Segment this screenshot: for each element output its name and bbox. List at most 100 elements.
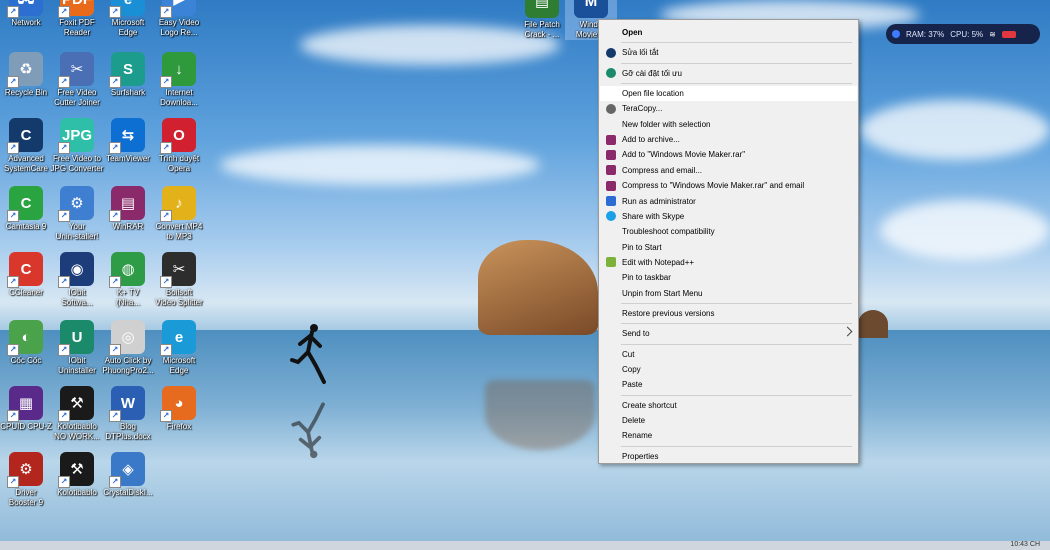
menu-separator xyxy=(621,62,852,64)
winrar-glyph: ▤ xyxy=(120,195,136,212)
menu-item-cut[interactable]: Cut xyxy=(600,347,857,362)
menu-item-run-as-administrator[interactable]: Run as administrator xyxy=(600,194,857,209)
menu-item-label: Pin to taskbar xyxy=(622,273,671,283)
menu-item-rename[interactable]: Rename xyxy=(600,428,857,443)
shortcut-arrow-icon: ↗ xyxy=(58,276,70,288)
kolo1-glyph: ⚒ xyxy=(70,395,84,412)
menu-item-restore-previous-versions[interactable]: Restore previous versions xyxy=(600,306,857,321)
menu-item-compress-and-email[interactable]: Compress and email... xyxy=(600,163,857,178)
menu-item-unpin-from-start-menu[interactable]: Unpin from Start Menu xyxy=(600,286,857,301)
system-monitor-widget[interactable]: RAM: 37% CPU: 5% ≋ xyxy=(886,24,1040,44)
menu-item-label: Delete xyxy=(622,416,646,426)
menu-item-add-to-archive[interactable]: Add to archive... xyxy=(600,132,857,147)
menu-item-open-file-location[interactable]: Open file location xyxy=(600,86,857,102)
desktop-icon-msedge2[interactable]: e ↗ Microsoft Edge xyxy=(146,320,212,376)
blog-glyph: W xyxy=(120,394,136,412)
menu-item-share-with-skype[interactable]: Share with Skype xyxy=(600,209,857,224)
menu-item-label: Rename xyxy=(622,431,653,441)
kolo1-icon: ⚒ ↗ xyxy=(58,386,94,422)
surfshark-icon: S ↗ xyxy=(109,52,145,88)
menu-item-label: Add to "Windows Movie Maker.rar" xyxy=(622,150,746,160)
taskbar: 10:43 CH xyxy=(0,541,1050,550)
shortcut-arrow-icon: ↗ xyxy=(58,410,70,422)
autoclick-icon: ◎ ↗ xyxy=(109,320,145,356)
shortcut-arrow-icon: ↗ xyxy=(109,142,121,154)
freevideojpg-icon: JPG ↗ xyxy=(58,118,94,154)
edge-glyph: e xyxy=(124,0,132,8)
desktop-icon-boilsoft[interactable]: ✂ ↗ Boilsoft Video Splitter xyxy=(146,252,212,308)
taskbar-clock[interactable]: 10:43 CH xyxy=(1010,541,1040,548)
menu-item-label: Copy xyxy=(622,365,641,374)
menu-item-pin-to-taskbar[interactable]: Pin to taskbar xyxy=(600,270,857,285)
iobit-uninstaller-icon xyxy=(606,68,616,79)
shortcut-arrow-icon: ↗ xyxy=(109,76,121,88)
shortcut-arrow-icon: ↗ xyxy=(109,276,121,288)
menu-item-compress-to-windows-movie-maker-rar-and-email[interactable]: Compress to "Windows Movie Maker.rar" an… xyxy=(600,178,857,193)
desktop-icon-easyvideo[interactable]: ▶↗Easy Video Logo Re... xyxy=(146,0,212,38)
shortcut-arrow-icon: ↗ xyxy=(109,344,121,356)
desktop-icon-filepatch[interactable]: ▤ File Patch Crack - ... xyxy=(516,0,568,40)
menu-item-label: TeraCopy... xyxy=(622,104,663,114)
desktop-icon-crystaldisk[interactable]: ◈ ↗ CrystalDiskI... xyxy=(95,452,161,498)
network-icon: 🖧↗ xyxy=(7,0,43,18)
runner-silhouette xyxy=(290,324,326,384)
menu-item-g-c-i-t-t-i-u[interactable]: Gỡ cài đặt tối ưu xyxy=(600,66,857,81)
coccoc-glyph: ◐ xyxy=(21,328,31,346)
menu-item-label: Properties xyxy=(622,451,659,461)
driverbooster-icon: ⚙ ↗ xyxy=(7,452,43,488)
menu-item-label: Compress to "Windows Movie Maker.rar" an… xyxy=(622,181,805,191)
menu-item-label: Cut xyxy=(622,349,635,359)
autoclick-glyph: ◎ xyxy=(121,329,135,346)
boilsoft-icon: ✂ ↗ xyxy=(160,252,196,288)
shortcut-arrow-icon: ↗ xyxy=(160,6,172,18)
desktop-icon-idm[interactable]: ↓ ↗ Internet Downloa... xyxy=(146,52,212,108)
menu-item-delete[interactable]: Delete xyxy=(600,413,857,428)
crystaldisk-icon: ◈ ↗ xyxy=(109,452,145,488)
iobitsoftware-icon: ◉ ↗ xyxy=(58,252,94,288)
menu-item-label: Pin to Start xyxy=(622,242,662,252)
shortcut-arrow-icon: ↗ xyxy=(7,410,19,422)
shortcut-arrow-icon: ↗ xyxy=(109,6,121,18)
chrome-glyph: ◍ xyxy=(121,261,135,278)
runner-reflection xyxy=(291,402,325,459)
menu-item-open[interactable]: Open xyxy=(600,25,857,40)
menu-item-add-to-windows-movie-maker-rar[interactable]: Add to "Windows Movie Maker.rar" xyxy=(600,147,857,162)
menu-item-copy[interactable]: Copy xyxy=(600,362,857,377)
menu-item-s-a-l-i-t-t[interactable]: Sửa lối tắt xyxy=(600,45,857,60)
menu-item-paste[interactable]: Paste xyxy=(600,377,857,392)
menu-item-edit-with-notepad[interactable]: Edit with Notepad++ xyxy=(600,255,857,270)
menu-item-troubleshoot-compatibility[interactable]: Troubleshoot compatibility xyxy=(600,224,857,239)
menu-item-create-shortcut[interactable]: Create shortcut xyxy=(600,398,857,413)
menu-item-new-folder-with-selection[interactable]: New folder with selection xyxy=(600,117,857,132)
cpuz-glyph: ▦ xyxy=(18,395,34,412)
advsys-glyph: C xyxy=(20,126,32,144)
firefox-icon: ◕ ↗ xyxy=(160,386,196,422)
youruninstaller-icon: ⚙ ↗ xyxy=(58,186,94,222)
menu-item-pin-to-start[interactable]: Pin to Start xyxy=(600,240,857,255)
boilsoft-glyph: ✂ xyxy=(172,261,186,278)
desktop-icon-firefox[interactable]: ◕ ↗ Firefox xyxy=(146,386,212,432)
blog-icon: W ↗ xyxy=(109,386,145,422)
teamviewer-glyph: ⇆ xyxy=(121,127,135,144)
opera-icon: O ↗ xyxy=(160,118,196,154)
freevideojpg-glyph: JPG xyxy=(61,126,92,144)
menu-item-send-to[interactable]: Send to xyxy=(600,326,857,341)
monitor-icon xyxy=(892,30,900,38)
winrar-icon: ▤ ↗ xyxy=(109,186,145,222)
shortcut-arrow-icon: ↗ xyxy=(160,276,172,288)
desktop-icon-label: Easy Video Logo Re... xyxy=(158,18,200,37)
recycle-icon: ♻ ↗ xyxy=(7,52,43,88)
winrar-icon xyxy=(606,165,616,176)
teracopy-icon xyxy=(606,103,616,114)
desktop-icon-convertmp4[interactable]: ♪ ↗ Convert MP4 to MP3 xyxy=(146,186,212,242)
shortcut-arrow-icon: ↗ xyxy=(7,210,19,222)
kolo2-glyph: ⚒ xyxy=(70,461,84,478)
menu-item-teracopy[interactable]: TeraCopy... xyxy=(600,101,857,116)
menu-separator xyxy=(621,83,852,85)
menu-item-properties[interactable]: Properties xyxy=(600,449,857,464)
network-glyph: 🖧 xyxy=(18,0,35,12)
easyvideo-icon: ▶↗ xyxy=(160,0,196,18)
shortcut-arrow-icon: ↗ xyxy=(58,210,70,222)
desktop-icon-opera[interactable]: O ↗ Trình duyệt Opera xyxy=(146,118,212,174)
ccleaner-glyph: C xyxy=(20,260,32,278)
